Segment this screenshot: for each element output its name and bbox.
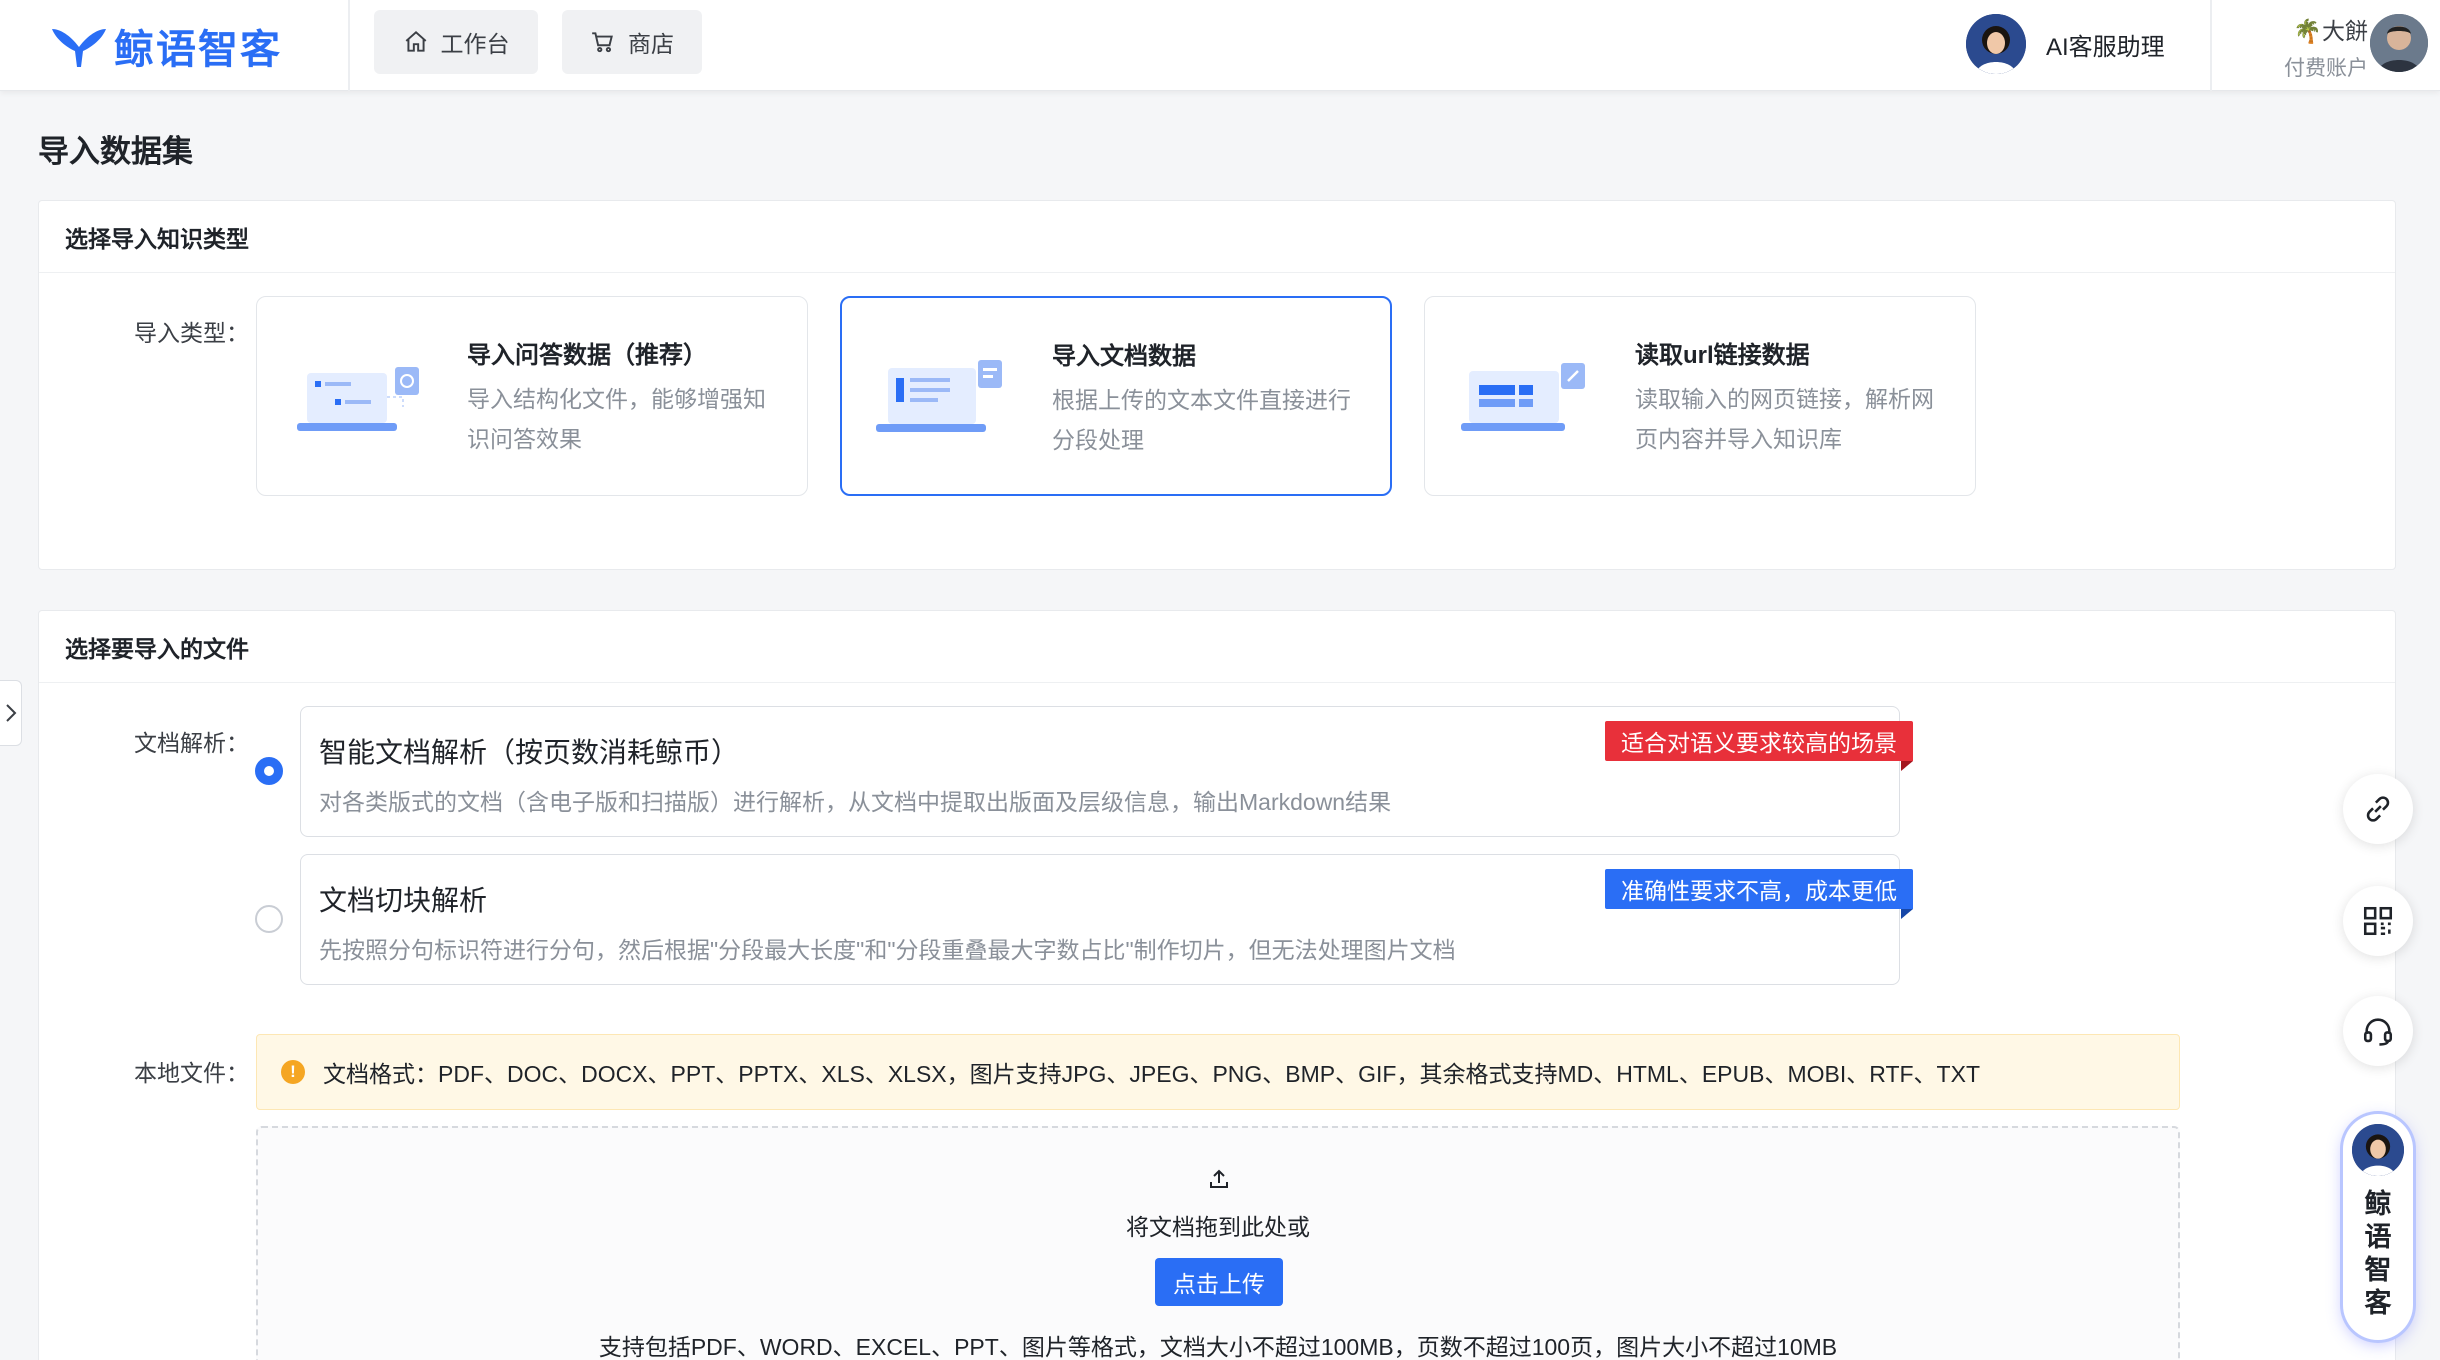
user-account[interactable]: 🌴大餅 付费账户	[2268, 12, 2368, 82]
widget-brand-text: 鲸 语 智 客	[2365, 1188, 2392, 1320]
logo-text: 鲸语智客	[114, 28, 282, 72]
import-type-url-title: 读取url链接数据	[1635, 342, 1810, 369]
dropzone-hint: 将文档拖到此处或	[1126, 1214, 1310, 1240]
chunk-parse-option[interactable]: 文档切块解析 先按照分句标识符进行分句，然后根据"分段最大长度"和"分段重叠最大…	[300, 854, 1913, 985]
sidebar-expand-button[interactable]	[0, 680, 22, 746]
user-name: 🌴大餅	[2293, 18, 2368, 44]
link-icon	[2366, 796, 2390, 822]
user-plan: 付费账户	[2284, 57, 2368, 80]
qrcode-button[interactable]	[2343, 886, 2413, 956]
dropzone-support-text: 支持包括PDF、WORD、EXCEL、PPT、图片等格式，文档大小不超过100M…	[598, 1334, 1838, 1360]
chunk-parse-desc: 先按照分句标识符进行分句，然后根据"分段最大长度"和"分段重叠最大字数占比"制作…	[319, 937, 1456, 963]
chunk-parse-radio[interactable]	[255, 905, 283, 933]
nav-store-button[interactable]: 商店	[562, 10, 702, 74]
format-notice-text: 文档格式：PDF、DOC、DOCX、PPT、PPTX、XLS、XLSX，图片支持…	[323, 1061, 1980, 1087]
nav-workbench-button[interactable]: 工作台	[374, 10, 538, 74]
nav-store-label: 商店	[628, 31, 674, 57]
headset-icon	[2363, 1018, 2393, 1046]
home-icon	[405, 30, 426, 52]
user-avatar[interactable]	[2370, 14, 2428, 72]
chevron-right-icon	[5, 704, 16, 722]
import-type-qa-option[interactable]: 导入问答数据（推荐） 导入结构化文件，能够增强知识问答效果	[256, 296, 808, 496]
import-type-url-desc: 读取输入的网页链接，解析网页内容并导入知识库	[1635, 386, 1934, 452]
warning-icon: !	[281, 1060, 305, 1084]
widget-brand-char: 智	[2364, 1255, 2392, 1285]
ai-assistant-button[interactable]: AI客服助理	[1966, 12, 2165, 76]
smart-parse-radio[interactable]	[255, 757, 283, 785]
logo[interactable]: 鲸语智客	[50, 20, 282, 72]
smart-parse-desc: 对各类版式的文档（含电子版和扫描版）进行解析，从文档中提取出版面及层级信息，输出…	[319, 789, 1392, 815]
import-type-doc-desc: 根据上传的文本文件直接进行分段处理	[1052, 387, 1351, 453]
parse-label: 文档解析：	[134, 730, 249, 756]
upload-button[interactable]: 点击上传	[1155, 1258, 1283, 1306]
widget-brand-char: 鲸	[2364, 1189, 2392, 1219]
assistant-avatar	[1966, 14, 2026, 74]
customer-service-button[interactable]	[2343, 996, 2413, 1066]
divider	[2210, 0, 2212, 91]
chunk-parse-tag: 准确性要求不高，成本更低	[1605, 869, 1913, 919]
import-type-qa-title: 导入问答数据（推荐）	[467, 342, 707, 369]
assistant-label: AI客服助理	[2046, 33, 2165, 61]
local-file-label: 本地文件：	[134, 1060, 249, 1086]
chunk-parse-title: 文档切块解析	[319, 885, 488, 916]
import-type-header: 选择导入知识类型	[39, 201, 2395, 273]
import-type-doc-title: 导入文档数据	[1052, 343, 1196, 370]
widget-brand-char: 语	[2364, 1222, 2392, 1252]
qa-data-illustration-icon	[297, 367, 419, 431]
divider	[348, 0, 350, 91]
copy-link-button[interactable]	[2343, 774, 2413, 844]
import-type-doc-option[interactable]: 导入文档数据 根据上传的文本文件直接进行分段处理	[840, 296, 1392, 496]
qrcode-icon	[2363, 906, 2393, 936]
smart-parse-title: 智能文档解析（按页数消耗鲸币）	[319, 737, 740, 768]
whale-tail-icon	[52, 29, 106, 67]
widget-brand-char: 客	[2364, 1288, 2392, 1318]
brand-assistant-widget[interactable]: 鲸 语 智 客	[2343, 1114, 2413, 1340]
smart-parse-option[interactable]: 智能文档解析（按页数消耗鲸币） 对各类版式的文档（含电子版和扫描版）进行解析，从…	[300, 706, 1913, 837]
file-dropzone[interactable]: 将文档拖到此处或 点击上传 支持包括PDF、WORD、EXCEL、PPT、图片等…	[256, 1126, 2180, 1360]
import-type-label: 导入类型：	[134, 320, 249, 346]
import-type-url-option[interactable]: 读取url链接数据 读取输入的网页链接，解析网页内容并导入知识库	[1424, 296, 1976, 496]
format-notice: ! 文档格式：PDF、DOC、DOCX、PPT、PPTX、XLS、XLSX，图片…	[256, 1034, 2180, 1110]
cart-icon	[592, 32, 613, 53]
url-data-illustration-icon	[1461, 363, 1585, 431]
doc-data-illustration-icon	[876, 360, 1002, 432]
import-type-qa-desc: 导入结构化文件，能够增强知识问答效果	[467, 386, 766, 452]
nav-workbench-label: 工作台	[440, 31, 510, 57]
widget-avatar	[2352, 1124, 2404, 1176]
page-title: 导入数据集	[38, 134, 193, 169]
smart-parse-tag: 适合对语义要求较高的场景	[1605, 721, 1913, 771]
top-bar: 鲸语智客 工作台 商店 AI客服助理 🌴大餅 付费账户	[0, 0, 2440, 91]
file-select-header: 选择要导入的文件	[39, 611, 2395, 683]
upload-icon	[1210, 1169, 1228, 1188]
